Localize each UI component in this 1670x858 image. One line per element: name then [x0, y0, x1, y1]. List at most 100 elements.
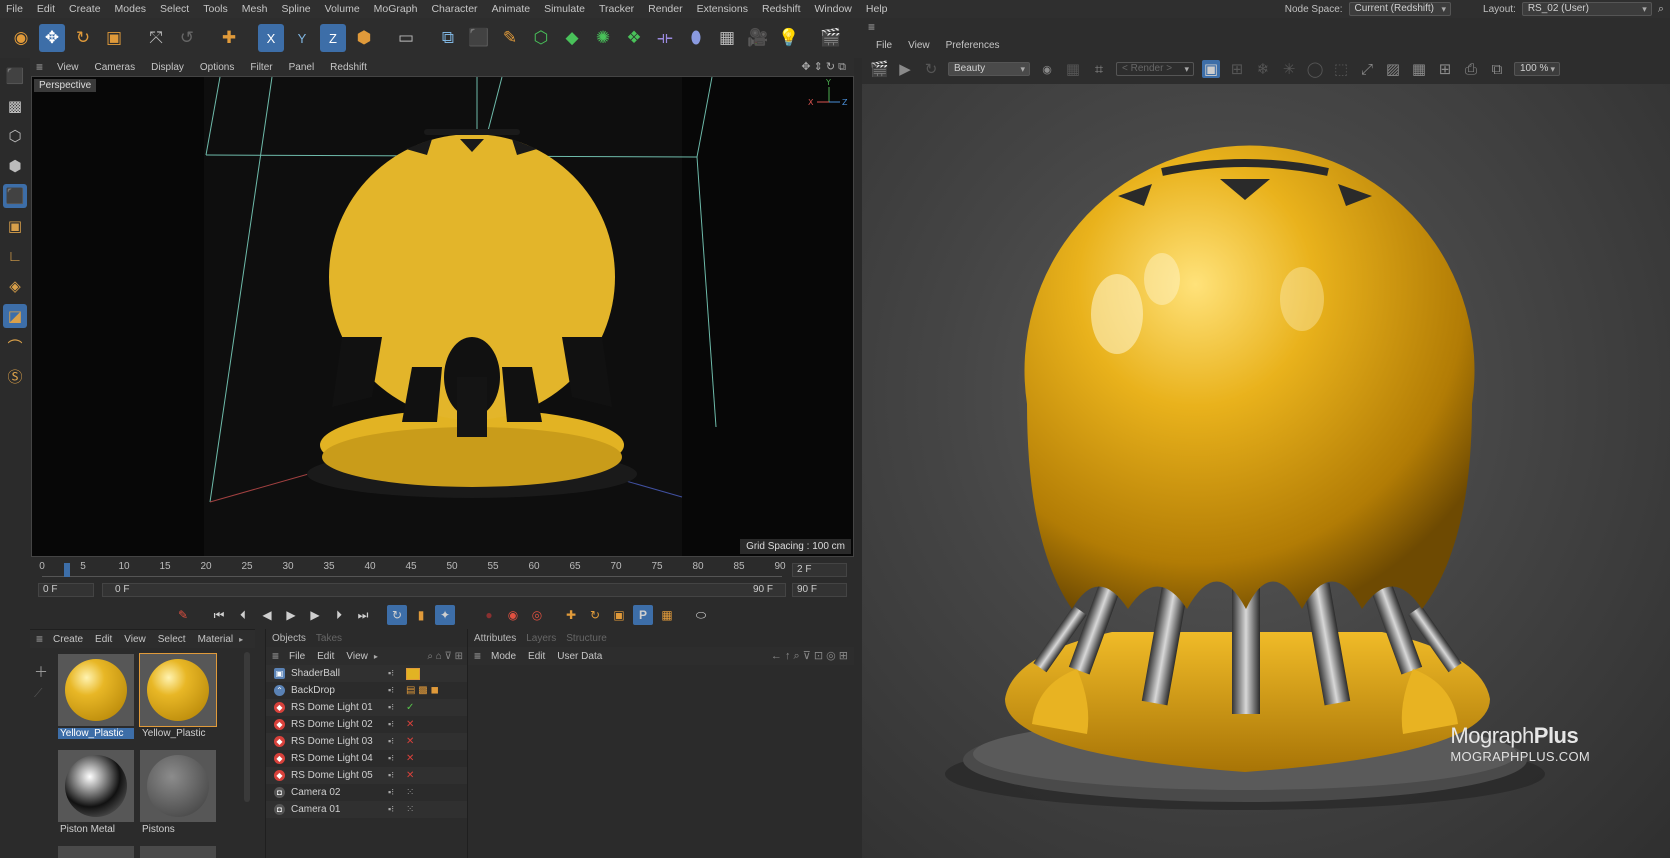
- layout-dropdown[interactable]: RS_02 (User): [1521, 2, 1652, 16]
- node-space-dropdown[interactable]: Current (Redshift): [1348, 2, 1452, 16]
- menu-animate[interactable]: Animate: [486, 3, 539, 15]
- menu-spline[interactable]: Spline: [275, 3, 318, 15]
- keyframe-selection-icon[interactable]: ◎: [527, 605, 547, 625]
- key-pla-icon[interactable]: ▦: [657, 605, 677, 625]
- tab-takes[interactable]: Takes: [316, 633, 342, 644]
- workplane-icon[interactable]: ◈: [3, 274, 27, 298]
- disabled-x-icon[interactable]: ✕: [406, 753, 414, 764]
- viewport-menu-redshift[interactable]: Redshift: [322, 62, 375, 73]
- scale-tool-icon[interactable]: ▣: [101, 24, 127, 52]
- snap-grid-icon[interactable]: ◪: [3, 304, 27, 328]
- material-menu-view[interactable]: View: [118, 634, 152, 645]
- autokey-icon[interactable]: ◉: [503, 605, 523, 625]
- snap-magnet-icon[interactable]: ⌒: [3, 334, 27, 358]
- frame-ruler[interactable]: 0 5 10 15 20 25 30 35 40 45 50 55 60 65 …: [39, 561, 786, 577]
- object-row[interactable]: ◆ RS Dome Light 01 ▪⁝ ✓: [266, 699, 467, 716]
- menu-volume[interactable]: Volume: [319, 3, 368, 15]
- coordinate-system-icon[interactable]: ⬢: [351, 24, 377, 52]
- ipr-icon[interactable]: ▣: [1202, 60, 1220, 78]
- render-settings-icon[interactable]: 🎬: [818, 24, 844, 52]
- paint-icon[interactable]: ⟋: [34, 686, 42, 701]
- tab-objects[interactable]: Objects: [272, 633, 306, 644]
- subdivision-icon[interactable]: ⬡: [528, 24, 554, 52]
- viewport-menu-filter[interactable]: Filter: [242, 62, 280, 73]
- viewport-menu-cameras[interactable]: Cameras: [87, 62, 144, 73]
- aov-pass-dropdown[interactable]: Beauty: [948, 62, 1030, 76]
- menu-tracker[interactable]: Tracker: [593, 3, 642, 15]
- material-menu-edit[interactable]: Edit: [89, 634, 118, 645]
- camera-tag-icon[interactable]: ⁙: [406, 787, 414, 798]
- cloner-icon[interactable]: ✺: [590, 24, 616, 52]
- disabled-x-icon[interactable]: ✕: [406, 770, 414, 781]
- render-menu-file[interactable]: File: [868, 40, 900, 51]
- light-icon[interactable]: 💡: [776, 24, 802, 52]
- menu-tools[interactable]: Tools: [197, 3, 236, 15]
- material-menu-select[interactable]: Select: [152, 634, 192, 645]
- visibility-icon[interactable]: ▪⁝: [388, 770, 394, 781]
- snapshot-icon[interactable]: ▦: [1410, 60, 1428, 78]
- x-axis-lock-icon[interactable]: X: [258, 24, 284, 52]
- material-swatch[interactable]: Piston Metal: [58, 750, 134, 835]
- world-axis-icon[interactable]: ✚: [216, 24, 242, 52]
- perspective-viewport[interactable]: Y X Z Perspective Grid Spacing : 100 cm: [31, 76, 854, 557]
- timeline-mode-icon[interactable]: ▮: [411, 605, 431, 625]
- next-frame-icon[interactable]: ▶: [305, 605, 325, 625]
- rotate-tool-icon[interactable]: ↻: [70, 24, 96, 52]
- menu-modes[interactable]: Modes: [109, 3, 155, 15]
- script-icon[interactable]: Ⓢ: [3, 364, 27, 388]
- timeline[interactable]: 0 5 10 15 20 25 30 35 40 45 50 55 60 65 …: [30, 557, 854, 601]
- object-tools-icons[interactable]: ⌕ ⌂ ⊽ ⊞: [427, 651, 467, 662]
- hamburger-icon[interactable]: ≡: [474, 649, 485, 663]
- menu-edit[interactable]: Edit: [31, 3, 63, 15]
- tiles-icon[interactable]: ▦: [1064, 60, 1082, 78]
- playhead[interactable]: [64, 563, 70, 577]
- freeze-geo-icon[interactable]: ✳: [1280, 60, 1298, 78]
- field-icon[interactable]: ⬮: [683, 24, 709, 52]
- hamburger-icon[interactable]: ≡: [36, 632, 47, 646]
- visibility-icon[interactable]: ▪⁝: [388, 668, 394, 679]
- attributes-menu-mode[interactable]: Mode: [485, 651, 522, 662]
- z-axis-lock-icon[interactable]: Z: [320, 24, 346, 52]
- menu-help[interactable]: Help: [860, 3, 896, 15]
- render-menu-preferences[interactable]: Preferences: [938, 40, 1008, 51]
- camera-icon[interactable]: 🎥: [745, 24, 771, 52]
- region-icon[interactable]: ⬚: [1332, 60, 1350, 78]
- polygons-mode-icon[interactable]: ⬛: [3, 184, 27, 208]
- attributes-menu-user-data[interactable]: User Data: [551, 651, 608, 662]
- object-row[interactable]: ▣ ShaderBall ▪⁝: [266, 665, 467, 682]
- y-axis-lock-icon[interactable]: Y: [289, 24, 315, 52]
- add-icon[interactable]: ＋: [34, 662, 48, 682]
- end-frame-field[interactable]: 90 F: [792, 583, 847, 597]
- attributes-nav-icons[interactable]: ← ↑ ⌕ ⊽ ⊡ ◎ ⊞: [771, 649, 854, 663]
- object-menu-view[interactable]: View: [340, 651, 374, 662]
- move-tool-icon[interactable]: ✥: [39, 24, 65, 52]
- material-swatch[interactable]: Pistons: [140, 750, 216, 835]
- crop-icon[interactable]: ⌗: [1090, 61, 1108, 78]
- menu-simulate[interactable]: Simulate: [538, 3, 593, 15]
- visibility-icon[interactable]: ▪⁝: [388, 787, 394, 798]
- rgb-channel-icon[interactable]: ◉: [1038, 63, 1056, 76]
- grid-icon[interactable]: ⊞: [1228, 60, 1246, 78]
- render-region-icon[interactable]: ▭: [393, 24, 419, 52]
- visibility-icon[interactable]: ▪⁝: [388, 736, 394, 747]
- material-menu-material[interactable]: Material: [192, 634, 240, 645]
- menu-create[interactable]: Create: [63, 3, 109, 15]
- lut-icon[interactable]: ▨: [1384, 60, 1402, 78]
- menu-window[interactable]: Window: [809, 3, 860, 15]
- material-preview[interactable]: [140, 846, 216, 858]
- live-selection-icon[interactable]: ◉: [8, 24, 34, 52]
- disabled-x-icon[interactable]: ✕: [406, 719, 414, 730]
- render-output[interactable]: MographPlus MOGRAPHPLUS.COM: [862, 84, 1670, 858]
- texture-mode-icon[interactable]: ▩: [3, 94, 27, 118]
- tags-icon[interactable]: ▤ ▩ ◼: [406, 685, 439, 696]
- clapper-icon[interactable]: 🎬: [870, 60, 889, 78]
- key-position-icon[interactable]: ✚: [561, 605, 581, 625]
- go-to-start-icon[interactable]: ⏮: [209, 605, 229, 625]
- snap-icon[interactable]: ✦: [435, 605, 455, 625]
- hamburger-icon[interactable]: ≡: [868, 20, 881, 34]
- freeze-icon[interactable]: ❄: [1254, 60, 1272, 78]
- menu-extensions[interactable]: Extensions: [691, 3, 756, 15]
- object-row[interactable]: ◘ Camera 02 ▪⁝ ⁙: [266, 784, 467, 801]
- render-camera-dropdown[interactable]: < Render >: [1116, 62, 1194, 76]
- attributes-menu-edit[interactable]: Edit: [522, 651, 551, 662]
